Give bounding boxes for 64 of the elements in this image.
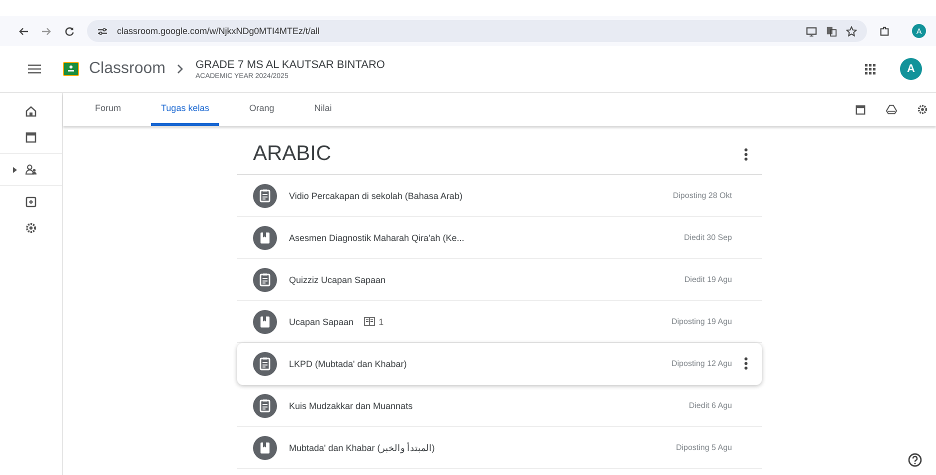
classwork-item[interactable]: LKPD (Mubtada' dan Khabar) Diposting 12 Agu: [237, 343, 762, 385]
item-date: Diposting 5 Agu: [676, 443, 732, 452]
url-text: classroom.google.com/w/NjkxNDg0MTI4MTEz/t/all: [117, 26, 320, 36]
attachment-icon: [364, 317, 375, 326]
address-bar[interactable]: classroom.google.com/w/NjkxNDg0MTI4MTEz/t/all: [87, 20, 867, 42]
forward-icon[interactable]: [41, 26, 52, 36]
tab[interactable]: Tugas kelas: [151, 93, 220, 126]
material-icon: [253, 310, 277, 334]
help-icon[interactable]: [908, 453, 922, 467]
install-app-icon[interactable]: [806, 26, 817, 36]
assignment-icon: [253, 184, 277, 208]
item-date: Diposting 28 Okt: [672, 191, 732, 200]
reload-icon[interactable]: [64, 26, 75, 36]
profile-avatar[interactable]: A: [912, 24, 926, 38]
apps-grid-icon[interactable]: [865, 64, 876, 74]
calendar-icon[interactable]: [855, 104, 866, 115]
back-icon[interactable]: [18, 26, 29, 36]
classwork-item[interactable]: Vidio Percakapan di sekolah (Bahasa Arab) Diposting 28 Okt: [237, 175, 762, 217]
class-name[interactable]: GRADE 7 MS AL KAUTSAR BINTARO: [195, 58, 385, 70]
more-options-icon[interactable]: [744, 357, 748, 370]
account-avatar[interactable]: A: [900, 58, 922, 80]
classwork-item[interactable]: Asesmen Diagnostik Maharah Qira'ah (Ke... Diedit 30 Sep: [237, 217, 762, 259]
topic-title: ARABIC: [253, 142, 332, 166]
item-date: Diedit 6 Agu: [688, 401, 732, 410]
translate-icon[interactable]: [826, 26, 837, 36]
people-icon[interactable]: [24, 164, 38, 175]
material-icon: [253, 226, 277, 250]
more-options-icon[interactable]: [744, 148, 748, 160]
classwork-item[interactable]: Ucapan Sapaan 1 Diposting 19 Agu: [237, 301, 762, 343]
extensions-icon[interactable]: [879, 26, 890, 36]
assignment-icon: [253, 352, 277, 376]
settings-icon[interactable]: [917, 104, 928, 115]
item-date: Diposting 12 Agu: [672, 359, 732, 368]
assignment-icon: [253, 268, 277, 292]
home-icon[interactable]: [25, 105, 37, 117]
item-date: Diedit 19 Agu: [684, 275, 732, 284]
tab[interactable]: Orang: [239, 93, 284, 126]
tab[interactable]: Forum: [85, 93, 132, 126]
app-name[interactable]: Classroom: [89, 60, 166, 78]
settings-icon[interactable]: [25, 222, 37, 234]
item-date: Diposting 19 Agu: [672, 317, 732, 326]
item-title: LKPD (Mubtada' dan Khabar): [289, 358, 407, 368]
drive-icon[interactable]: [886, 104, 897, 115]
classwork-item[interactable]: Kuis Mudzakkar dan Muannats Diedit 6 Agu: [237, 385, 762, 427]
item-date: Diedit 30 Sep: [684, 233, 732, 242]
item-title: Asesmen Diagnostik Maharah Qira'ah (Ke...: [289, 232, 464, 242]
archive-icon[interactable]: [25, 196, 37, 208]
chevron-icon: [177, 64, 184, 74]
assignment-icon: [253, 394, 277, 418]
tab[interactable]: Nilai: [304, 93, 342, 126]
item-title: Vidio Percakapan di sekolah (Bahasa Arab): [289, 190, 462, 200]
item-title: Kuis Mudzakkar dan Muannats: [289, 400, 413, 410]
calendar-icon[interactable]: [25, 131, 37, 143]
material-icon: [253, 436, 277, 460]
attachment-count: 1: [378, 316, 384, 326]
item-title: Quizziz Ucapan Sapaan: [289, 274, 386, 284]
expand-arrow-icon[interactable]: [12, 166, 16, 172]
item-title: Mubtada' dan Khabar (المبتدأ والخبر): [289, 442, 435, 452]
classwork-item[interactable]: Quizziz Ucapan Sapaan Diedit 19 Agu: [237, 259, 762, 301]
site-settings-icon[interactable]: [97, 26, 108, 36]
classroom-logo-icon: [63, 62, 79, 76]
item-title: Ucapan Sapaan: [289, 316, 354, 326]
menu-icon[interactable]: [28, 64, 41, 74]
bookmark-star-icon[interactable]: [846, 26, 857, 36]
